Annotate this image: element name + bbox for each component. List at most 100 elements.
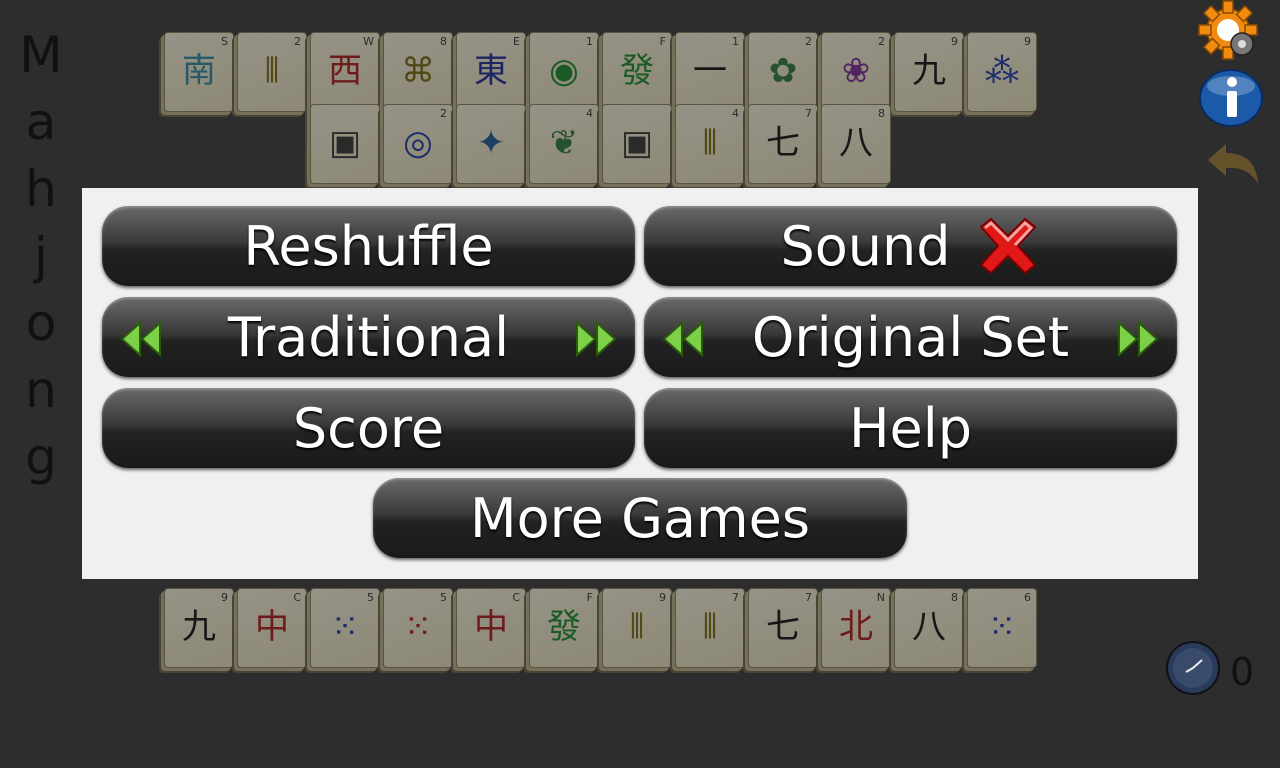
tile-face-glyph: ⦀ bbox=[264, 51, 280, 91]
tile-face-glyph: ⦀ bbox=[629, 607, 645, 647]
score-button[interactable]: Score bbox=[102, 388, 635, 468]
layout-next-arrow-icon[interactable] bbox=[573, 319, 621, 359]
mahjong-tile[interactable]: E東 bbox=[456, 32, 526, 112]
tile-face-glyph: 南 bbox=[182, 51, 216, 91]
tileset-next-arrow-icon[interactable] bbox=[1115, 319, 1163, 359]
tile-corner-index: 9 bbox=[221, 591, 228, 604]
mahjong-tile[interactable]: 8八 bbox=[894, 588, 964, 668]
title-letter: a bbox=[25, 93, 57, 151]
tile-corner-index: 1 bbox=[586, 35, 593, 48]
tile-corner-index: W bbox=[363, 35, 374, 48]
tile-face-glyph: ⦀ bbox=[702, 607, 718, 647]
tile-corner-index: F bbox=[586, 591, 593, 604]
more-games-button[interactable]: More Games bbox=[373, 478, 907, 558]
tile-corner-index: 7 bbox=[805, 107, 812, 120]
undo-arrow-icon[interactable] bbox=[1200, 138, 1266, 192]
reshuffle-label: Reshuffle bbox=[243, 214, 494, 278]
tile-face-glyph: ❀ bbox=[841, 51, 871, 91]
tile-face-glyph: ⁂ bbox=[985, 51, 1019, 91]
mahjong-tile[interactable]: ▣ bbox=[310, 104, 380, 184]
sound-toggle-button[interactable]: Sound bbox=[644, 206, 1177, 286]
info-icon[interactable] bbox=[1198, 68, 1264, 128]
tile-face-glyph: ✿ bbox=[768, 51, 798, 91]
settings-gear-icon[interactable] bbox=[1198, 0, 1260, 60]
mahjong-tile[interactable]: 9九 bbox=[894, 32, 964, 112]
tile-corner-index: 8 bbox=[878, 107, 885, 120]
tile-corner-index: 6 bbox=[1024, 591, 1031, 604]
mahjong-tile[interactable]: 4 ❦ bbox=[529, 104, 599, 184]
tile-corner-index: 9 bbox=[1024, 35, 1031, 48]
tile-face-glyph: ▣ bbox=[328, 123, 362, 163]
mahjong-tile[interactable]: 9九 bbox=[164, 588, 234, 668]
tile-face-glyph: 八 bbox=[839, 123, 873, 163]
tile-corner-index: 7 bbox=[805, 591, 812, 604]
mahjong-tile[interactable]: 4 ⦀ bbox=[675, 104, 745, 184]
mahjong-tile[interactable]: 2 ⦀ bbox=[237, 32, 307, 112]
mahjong-tile[interactable]: 9 ⦀ bbox=[602, 588, 672, 668]
tile-corner-index: 9 bbox=[659, 591, 666, 604]
mahjong-tile[interactable]: 9 ⁂ bbox=[967, 32, 1037, 112]
title-letter: j bbox=[34, 227, 48, 285]
tile-corner-index: S bbox=[221, 35, 228, 48]
mahjong-tile[interactable]: 7七 bbox=[748, 104, 818, 184]
sound-label: Sound bbox=[780, 214, 951, 278]
mahjong-tile[interactable]: 1一 bbox=[675, 32, 745, 112]
mahjong-tile[interactable]: C中 bbox=[456, 588, 526, 668]
tile-corner-index: 4 bbox=[586, 107, 593, 120]
mahjong-tile[interactable]: ▣ bbox=[602, 104, 672, 184]
mahjong-tile[interactable]: 8 ⌘ bbox=[383, 32, 453, 112]
tile-corner-index: 2 bbox=[805, 35, 812, 48]
tile-corner-index: 2 bbox=[440, 107, 447, 120]
mahjong-tile[interactable]: 7 ⦀ bbox=[675, 588, 745, 668]
more-games-label: More Games bbox=[470, 486, 810, 550]
tile-face-glyph: ▣ bbox=[620, 123, 654, 163]
tile-face-glyph: 中 bbox=[255, 607, 289, 647]
tile-corner-index: N bbox=[876, 591, 885, 604]
mahjong-tile[interactable]: 7七 bbox=[748, 588, 818, 668]
mahjong-tile[interactable]: 5 ⁙ bbox=[310, 588, 380, 668]
mahjong-tile[interactable]: 1 ◉ bbox=[529, 32, 599, 112]
menu-dialog: Reshuffle Sound Traditional Original Set… bbox=[82, 188, 1198, 579]
mahjong-tile[interactable]: S南 bbox=[164, 32, 234, 112]
tile-face-glyph: ❦ bbox=[549, 123, 579, 163]
mahjong-tile[interactable]: 8八 bbox=[821, 104, 891, 184]
title-letter: h bbox=[25, 160, 57, 218]
mahjong-tile[interactable]: W西 bbox=[310, 32, 380, 112]
reshuffle-button[interactable]: Reshuffle bbox=[102, 206, 635, 286]
tile-face-glyph: 發 bbox=[547, 607, 581, 647]
layout-prev-arrow-icon[interactable] bbox=[116, 319, 164, 359]
tile-corner-index: 9 bbox=[951, 35, 958, 48]
mahjong-tile[interactable]: C中 bbox=[237, 588, 307, 668]
tile-corner-index: 1 bbox=[732, 35, 739, 48]
tile-face-glyph: 北 bbox=[839, 607, 873, 647]
mahjong-tile[interactable]: 5 ⁙ bbox=[383, 588, 453, 668]
mahjong-tile[interactable]: F發 bbox=[602, 32, 672, 112]
tile-face-glyph: 發 bbox=[620, 51, 654, 91]
mahjong-tile[interactable]: 6 ⁙ bbox=[967, 588, 1037, 668]
tile-face-glyph: ◎ bbox=[403, 123, 433, 163]
sound-off-x-icon bbox=[979, 217, 1036, 275]
tile-corner-index: 5 bbox=[367, 591, 374, 604]
mahjong-tile[interactable]: F發 bbox=[529, 588, 599, 668]
tileset-label: Original Set bbox=[751, 305, 1070, 369]
mahjong-tile[interactable]: ✦ bbox=[456, 104, 526, 184]
tile-corner-index: 2 bbox=[294, 35, 301, 48]
mahjong-tile[interactable]: N北 bbox=[821, 588, 891, 668]
tile-face-glyph: ✦ bbox=[476, 123, 506, 163]
title-letter: o bbox=[25, 294, 57, 352]
tileset-prev-arrow-icon[interactable] bbox=[658, 319, 706, 359]
mahjong-tile[interactable]: 2 ◎ bbox=[383, 104, 453, 184]
tile-face-glyph: 中 bbox=[474, 607, 508, 647]
title-letter: n bbox=[25, 361, 57, 419]
tile-face-glyph: 西 bbox=[328, 51, 362, 91]
tile-face-glyph: 九 bbox=[912, 51, 946, 91]
mahjong-tile[interactable]: 2 ❀ bbox=[821, 32, 891, 112]
tile-face-glyph: ⦀ bbox=[702, 123, 718, 163]
help-button[interactable]: Help bbox=[644, 388, 1177, 468]
tile-face-glyph: 東 bbox=[474, 51, 508, 91]
app-title-vertical: Mahjong bbox=[18, 22, 64, 491]
mahjong-tile[interactable]: 2 ✿ bbox=[748, 32, 818, 112]
score-label: Score bbox=[292, 396, 445, 460]
title-letter: g bbox=[25, 428, 57, 486]
tile-face-glyph: 七 bbox=[766, 607, 800, 647]
